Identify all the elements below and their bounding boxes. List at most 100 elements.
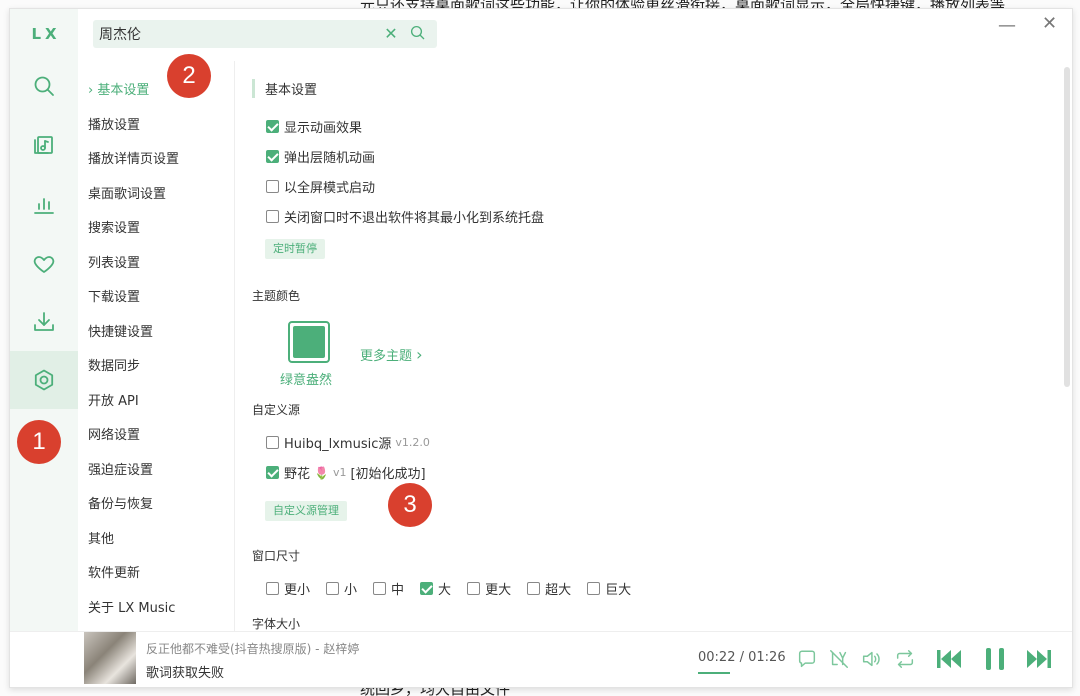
checkbox[interactable] bbox=[420, 582, 434, 595]
chevron-right-icon: › bbox=[416, 345, 423, 364]
menu-item-other[interactable]: 其他 bbox=[88, 528, 114, 547]
option-random-popup-animation[interactable]: 弹出层随机动画 bbox=[266, 147, 375, 166]
menu-item-ocd[interactable]: 强迫症设置 bbox=[88, 459, 153, 478]
menu-item-search[interactable]: 搜索设置 bbox=[88, 217, 140, 236]
heart-icon bbox=[33, 256, 55, 273]
menu-item-basic[interactable]: › 基本设置 bbox=[88, 79, 149, 98]
repeat-icon bbox=[896, 650, 914, 668]
option-fullscreen-start[interactable]: 以全屏模式启动 bbox=[266, 177, 375, 196]
size-option-huge[interactable]: 巨大 bbox=[587, 579, 631, 598]
menu-divider bbox=[234, 61, 235, 631]
theme-swatch-green[interactable] bbox=[288, 321, 330, 363]
album-cover[interactable] bbox=[84, 632, 136, 684]
size-option-large[interactable]: 大 bbox=[420, 579, 451, 598]
checkbox[interactable] bbox=[266, 150, 279, 163]
app-window: LX ✕ — ✕ › 基本设置 播放设置 播放详情页设置 桌面歌词设置 bbox=[9, 8, 1073, 688]
chart-icon bbox=[34, 198, 54, 214]
custom-source-manage-button[interactable]: 自定义源管理 bbox=[265, 501, 347, 521]
close-button[interactable]: ✕ bbox=[1042, 13, 1057, 34]
sidebar-leaderboard[interactable] bbox=[10, 175, 78, 233]
size-option-medium[interactable]: 中 bbox=[373, 579, 404, 598]
step-badge-1: 1 bbox=[17, 420, 61, 464]
next-button[interactable] bbox=[1024, 644, 1054, 674]
previous-button[interactable] bbox=[934, 644, 964, 674]
search-input[interactable] bbox=[99, 20, 369, 48]
source-huibq[interactable]: Huibq_lxmusic源 v1.2.0 bbox=[266, 433, 430, 452]
size-option-larger[interactable]: 更大 bbox=[467, 579, 511, 598]
pause-button[interactable] bbox=[980, 644, 1010, 674]
active-marker: › bbox=[88, 83, 94, 98]
checkbox[interactable] bbox=[587, 582, 601, 595]
tulip-icon: 🌷 bbox=[314, 465, 329, 480]
sidebar-settings[interactable] bbox=[10, 351, 78, 409]
settings-content: 基本设置 显示动画效果 弹出层随机动画 以全屏模式启动 关闭窗口时不退出软件将其… bbox=[240, 61, 1060, 631]
source-yehua[interactable]: 野花 🌷 v1 [初始化成功] bbox=[266, 463, 426, 482]
menu-item-open-api[interactable]: 开放 API bbox=[88, 390, 139, 409]
comment-button[interactable] bbox=[796, 648, 818, 670]
checkbox[interactable] bbox=[467, 582, 481, 595]
theme-swatch-color bbox=[293, 326, 325, 358]
timer-pause-button[interactable]: 定时暂停 bbox=[265, 239, 325, 259]
menu-item-update[interactable]: 软件更新 bbox=[88, 562, 140, 581]
download-icon bbox=[34, 312, 54, 331]
window-size-label: 窗口尺寸 bbox=[252, 549, 301, 563]
custom-source-label: 自定义源 bbox=[252, 403, 301, 417]
menu-item-network[interactable]: 网络设置 bbox=[88, 424, 140, 443]
menu-item-hotkey[interactable]: 快捷键设置 bbox=[88, 321, 153, 340]
sidebar-song-list[interactable] bbox=[10, 115, 78, 173]
sidebar-download[interactable] bbox=[10, 293, 78, 351]
menu-item-about[interactable]: 关于 LX Music bbox=[88, 597, 175, 616]
settings-menu: › 基本设置 播放设置 播放详情页设置 桌面歌词设置 搜索设置 列表设置 下载设… bbox=[78, 61, 234, 631]
progress-indicator[interactable] bbox=[698, 672, 730, 674]
window-size-options: 更小 小 中 大 更大 超大 巨大 bbox=[266, 579, 647, 598]
checkbox[interactable] bbox=[527, 582, 541, 595]
sidebar-favorites[interactable] bbox=[10, 235, 78, 293]
comment-icon bbox=[798, 650, 816, 668]
menu-item-play[interactable]: 播放设置 bbox=[88, 114, 140, 133]
theme-color-label: 主题颜色 bbox=[252, 289, 301, 303]
option-minimize-to-tray[interactable]: 关闭窗口时不退出软件将其最小化到系统托盘 bbox=[266, 207, 544, 226]
option-show-animation[interactable]: 显示动画效果 bbox=[266, 117, 362, 136]
scrollbar-thumb[interactable] bbox=[1064, 67, 1070, 387]
sidebar-search[interactable] bbox=[10, 57, 78, 115]
volume-icon bbox=[862, 651, 880, 667]
checkbox[interactable] bbox=[266, 210, 279, 223]
font-size-label: 字体大小 bbox=[252, 617, 301, 631]
menu-item-backup[interactable]: 备份与恢复 bbox=[88, 493, 153, 512]
size-option-small[interactable]: 小 bbox=[326, 579, 357, 598]
skip-previous-icon bbox=[937, 650, 961, 668]
app-logo: LX bbox=[31, 25, 61, 43]
current-lyric: 歌词获取失败 bbox=[146, 666, 225, 681]
loop-button[interactable] bbox=[894, 648, 916, 670]
checkbox[interactable] bbox=[266, 582, 279, 595]
checkbox[interactable] bbox=[266, 180, 279, 193]
clear-search-icon[interactable]: ✕ bbox=[381, 24, 401, 44]
song-title[interactable]: 反正他都不难受(抖音热搜原版) - 赵梓婷 bbox=[146, 640, 359, 657]
search-icon bbox=[34, 76, 54, 96]
scrollbar[interactable] bbox=[1064, 61, 1070, 631]
menu-item-play-detail[interactable]: 播放详情页设置 bbox=[88, 148, 179, 167]
pause-icon bbox=[986, 648, 1004, 670]
settings-icon bbox=[34, 369, 54, 391]
checkbox[interactable] bbox=[266, 120, 279, 133]
menu-item-download[interactable]: 下载设置 bbox=[88, 286, 140, 305]
desktop-lyric-button[interactable] bbox=[828, 648, 850, 670]
size-option-extra-large[interactable]: 超大 bbox=[527, 579, 571, 598]
search-button[interactable] bbox=[409, 24, 429, 44]
step-badge-3: 3 bbox=[388, 483, 432, 527]
checkbox[interactable] bbox=[326, 582, 340, 595]
step-badge-2: 2 bbox=[167, 54, 211, 98]
menu-item-list[interactable]: 列表设置 bbox=[88, 252, 140, 271]
menu-item-desktop-lyric[interactable]: 桌面歌词设置 bbox=[88, 183, 166, 202]
lyric-off-icon bbox=[830, 650, 848, 668]
volume-button[interactable] bbox=[860, 648, 882, 670]
size-option-smaller[interactable]: 更小 bbox=[266, 579, 310, 598]
sidebar: LX bbox=[10, 9, 78, 631]
checkbox[interactable] bbox=[266, 466, 279, 479]
checkbox[interactable] bbox=[373, 582, 387, 595]
more-themes-link[interactable]: 更多主题 › bbox=[360, 345, 423, 364]
menu-item-sync[interactable]: 数据同步 bbox=[88, 355, 140, 374]
checkbox[interactable] bbox=[266, 436, 279, 449]
theme-name: 绿意盎然 bbox=[280, 373, 333, 388]
minimize-button[interactable]: — bbox=[998, 15, 1016, 36]
